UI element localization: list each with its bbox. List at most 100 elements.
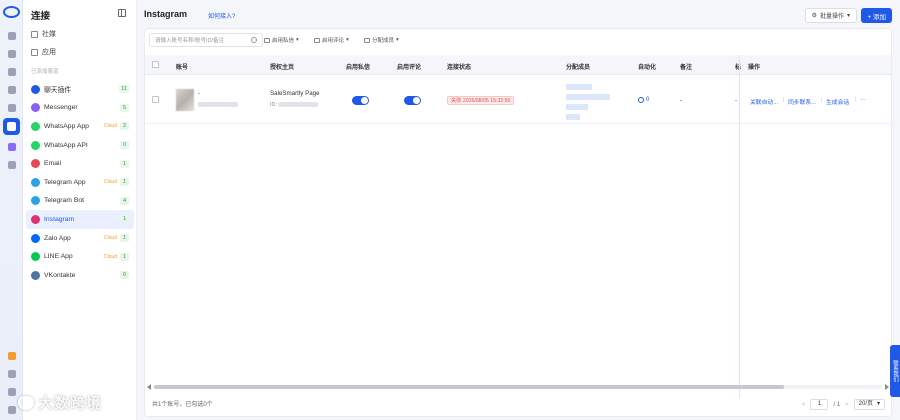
- channel-count-badge: 5: [120, 103, 129, 112]
- search-input[interactable]: 请输入账号名称/账号ID/备注: [149, 33, 263, 47]
- page-input[interactable]: 1: [810, 399, 829, 410]
- chevron-down-icon: ▾: [346, 37, 349, 43]
- prev-page-button[interactable]: <: [802, 402, 806, 408]
- sidebar-title: 连接: [31, 11, 51, 22]
- channel-label: Messenger: [44, 104, 78, 112]
- watermark-text: 大数跨境: [38, 395, 103, 412]
- sidebar-link-apps[interactable]: 应用: [31, 46, 56, 58]
- sidebar-item-channel[interactable]: 聊天插件 11: [26, 80, 134, 99]
- contact-us-tab[interactable]: 联系我们: [890, 345, 900, 397]
- col-note: 备注: [680, 65, 693, 71]
- apps-icon: [31, 48, 38, 56]
- col-account: 账号: [176, 65, 189, 71]
- channel-list: 聊天插件 11 Messenger 5 WhatsApp App Cloud 2 WhatsA…: [26, 80, 134, 285]
- collapse-sidebar-icon[interactable]: [118, 9, 126, 17]
- account-name: -: [198, 90, 201, 97]
- filter-private-msg[interactable]: 启用私信 ▾: [264, 36, 299, 44]
- scroll-left-icon[interactable]: [147, 384, 151, 390]
- next-page-button[interactable]: >: [845, 402, 849, 408]
- accounts-card: 请输入账号名称/账号ID/备注 启用私信 ▾ 启用评论 ▾ 分配成员 ▾ 账号 …: [144, 28, 892, 417]
- note-value: -: [680, 97, 683, 104]
- pagination: < 1 / 1 > 20/页 ▾: [802, 399, 885, 410]
- automation-icon: [638, 97, 644, 103]
- action-separator: |: [783, 97, 785, 103]
- channel-count-badge: 11: [119, 85, 129, 94]
- add-button[interactable]: + 添加: [861, 8, 892, 23]
- main-content: Instagram 如何接入? ⚙ 批量操作 ▾ + 添加 请输入账号名称/账号…: [137, 0, 900, 420]
- channels-icon[interactable]: [3, 118, 20, 135]
- generate-session-action[interactable]: 生成会话: [826, 97, 849, 106]
- sidebar-item-channel[interactable]: Email 1: [26, 154, 134, 173]
- filter-label: 启用私信: [272, 38, 295, 44]
- add-circle-icon[interactable]: [6, 84, 17, 95]
- gift-icon[interactable]: [6, 350, 17, 361]
- chat-icon[interactable]: [6, 102, 17, 113]
- status-badge: 失败 2026/08/05 15:32:50: [447, 96, 515, 105]
- col-private-msg: 启用私信: [346, 65, 371, 71]
- sidebar-item-channel[interactable]: Telegram Bot 4: [26, 192, 134, 211]
- contacts-icon[interactable]: [6, 48, 17, 59]
- help-link[interactable]: 如何接入?: [208, 11, 235, 20]
- watermark-logo-icon: [18, 395, 34, 410]
- channel-icon: [31, 177, 40, 187]
- scroll-thumb[interactable]: [154, 385, 784, 389]
- bell-icon[interactable]: [6, 368, 17, 379]
- sidebar-link-social[interactable]: 社媒: [31, 28, 56, 40]
- channel-icon: [31, 159, 40, 169]
- member-tag-blurred: [566, 104, 588, 110]
- filter-label: 分配成员: [372, 38, 395, 44]
- horizontal-scrollbar[interactable]: [145, 384, 891, 390]
- comment-toggle[interactable]: [404, 96, 421, 105]
- col-comment: 启用评论: [397, 65, 422, 71]
- private-msg-toggle[interactable]: [352, 96, 369, 105]
- link-automation-action[interactable]: 关联自动...: [750, 97, 778, 106]
- batch-actions-button[interactable]: ⚙ 批量操作 ▾: [804, 8, 857, 23]
- filter-comment[interactable]: 启用评论 ▾: [314, 36, 349, 44]
- user-avatar-icon[interactable]: [6, 404, 17, 415]
- app-logo-icon[interactable]: [3, 6, 20, 18]
- fixed-column-divider: [739, 55, 740, 398]
- action-separator: |: [821, 97, 823, 103]
- page-size-select[interactable]: 20/页 ▾: [853, 399, 885, 410]
- channel-icon: [31, 84, 40, 94]
- filter-assign[interactable]: 分配成员 ▾: [364, 36, 399, 44]
- send-icon[interactable]: [6, 66, 17, 77]
- col-extra: 标: [735, 65, 742, 71]
- channel-icon: [31, 252, 40, 262]
- comment-icon: [314, 37, 320, 43]
- select-all-checkbox[interactable]: [152, 61, 159, 68]
- social-icon: [31, 30, 38, 38]
- team-icon[interactable]: [6, 141, 17, 152]
- sidebar-item-channel[interactable]: Instagram 1: [26, 210, 134, 229]
- selection-summary: 共1个账号，已勾选0个: [152, 402, 213, 408]
- help-icon[interactable]: [6, 386, 17, 397]
- settings-icon[interactable]: [6, 159, 17, 170]
- sidebar-item-channel[interactable]: WhatsApp API 0: [26, 136, 134, 155]
- sidebar-item-channel[interactable]: WhatsApp App Cloud 2: [26, 117, 134, 136]
- batch-icon: ⚙: [811, 13, 817, 19]
- channel-label: VKontakte: [44, 271, 76, 279]
- sidebar-link-label: 应用: [42, 49, 56, 56]
- channel-count-badge: 1: [120, 178, 129, 187]
- message-icon: [264, 37, 270, 43]
- scroll-right-icon[interactable]: [885, 384, 889, 390]
- cloud-badge: Cloud: [103, 253, 117, 260]
- channel-label: WhatsApp API: [44, 141, 88, 149]
- channel-label: Telegram Bot: [44, 197, 85, 205]
- sidebar-item-channel[interactable]: Messenger 5: [26, 99, 134, 118]
- channel-count-badge: 0: [120, 141, 129, 150]
- channel-icon: [31, 121, 40, 131]
- chevron-down-icon: ▾: [846, 13, 850, 19]
- channel-count-badge: 1: [120, 234, 129, 243]
- more-actions-button[interactable]: ···: [860, 97, 866, 103]
- sync-contacts-action[interactable]: 同步联系...: [788, 97, 816, 106]
- channel-count-badge: 4: [120, 196, 129, 205]
- sidebar-item-channel[interactable]: Zalo App Cloud 1: [26, 229, 134, 248]
- sidebar-item-channel[interactable]: LINE App Cloud 1: [26, 247, 134, 266]
- automation-link[interactable]: 0: [638, 97, 649, 103]
- sidebar-item-channel[interactable]: VKontakte 0: [26, 266, 134, 285]
- sidebar-section-label: 已添加渠道: [31, 69, 59, 75]
- row-checkbox[interactable]: [152, 96, 159, 103]
- sidebar-item-channel[interactable]: Telegram App Cloud 1: [26, 173, 134, 192]
- home-icon[interactable]: [6, 30, 17, 41]
